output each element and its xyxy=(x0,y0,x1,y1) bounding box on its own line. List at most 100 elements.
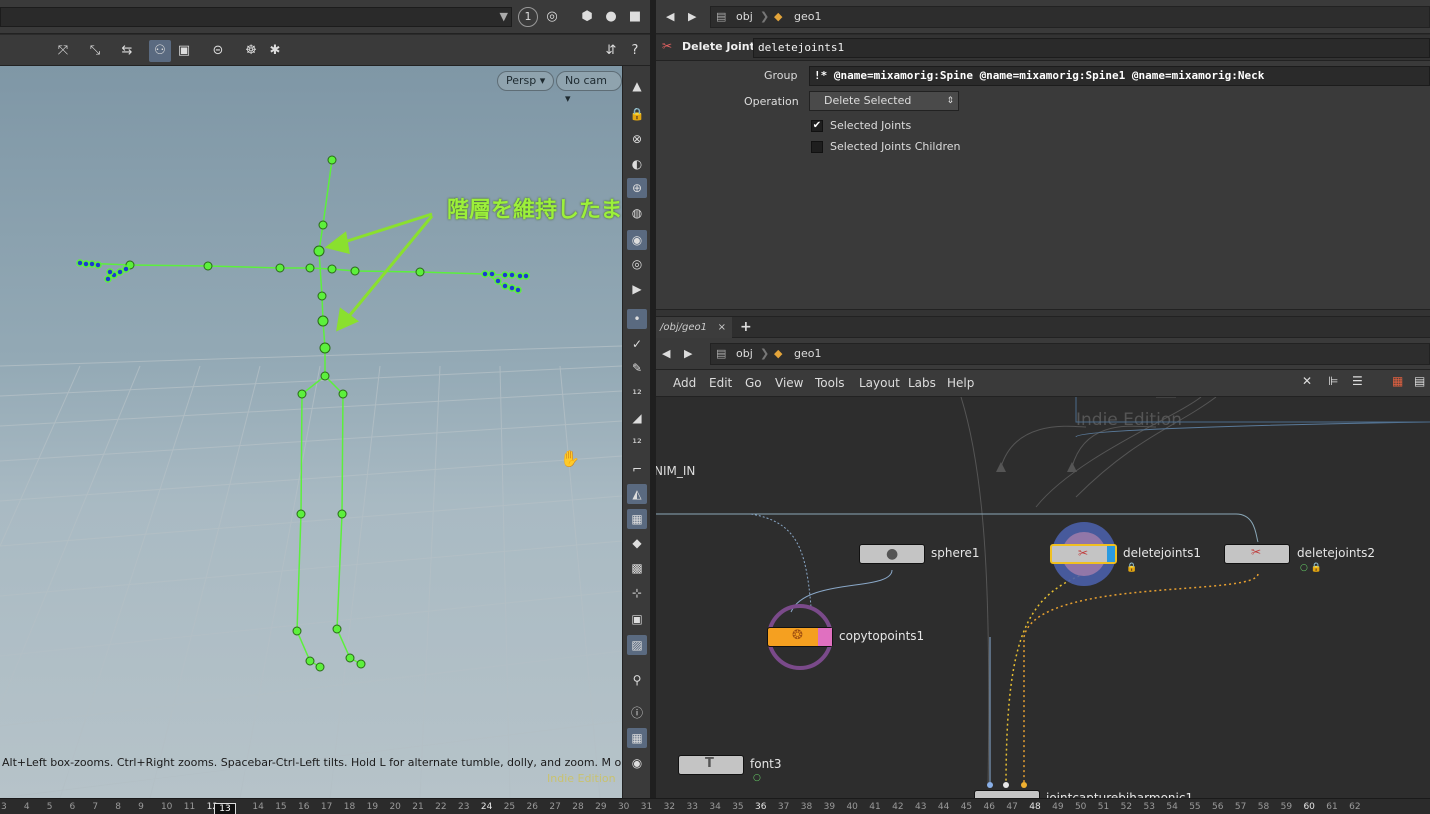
skeleton-joints[interactable] xyxy=(125,155,425,672)
light-icon[interactable]: ◐ xyxy=(627,154,647,174)
timeline-tick[interactable]: 61 xyxy=(1326,802,1337,812)
timeline-tick[interactable]: 25 xyxy=(504,802,515,812)
timeline-tick[interactable]: 33 xyxy=(687,802,698,812)
timeline-tick[interactable]: 38 xyxy=(801,802,812,812)
camera-display-icon[interactable]: ▣ xyxy=(173,40,195,62)
frame-icon[interactable]: ▣ xyxy=(627,609,647,629)
timeline-tick[interactable]: 46 xyxy=(984,802,995,812)
timeline-tick[interactable]: 19 xyxy=(367,802,378,812)
viewer-number-button[interactable]: 1 xyxy=(518,7,538,27)
timeline-tick[interactable]: 60 xyxy=(1303,802,1314,812)
texture-icon[interactable]: ◭ xyxy=(627,484,647,504)
timeline-tick[interactable]: 31 xyxy=(641,802,652,812)
menu-tools[interactable]: Tools xyxy=(815,376,845,390)
timeline-tick[interactable]: 53 xyxy=(1144,802,1155,812)
skeleton-display-icon[interactable]: ⚇ xyxy=(149,40,171,62)
selected-joints-checkbox[interactable]: ✔ xyxy=(811,120,823,132)
timeline-tick[interactable]: 43 xyxy=(915,802,926,812)
add-icon[interactable]: ⊕ xyxy=(627,178,647,198)
timeline-tick[interactable]: 57 xyxy=(1235,802,1246,812)
timeline-tick[interactable]: 34 xyxy=(709,802,720,812)
back-arrow-icon[interactable]: ◀ xyxy=(666,7,674,27)
viewport-canvas[interactable]: ✋ xyxy=(0,66,622,798)
timeline-tick[interactable]: 27 xyxy=(549,802,560,812)
timeline-tick[interactable]: 59 xyxy=(1281,802,1292,812)
help-icon[interactable]: ? xyxy=(624,40,646,62)
timeline-tick[interactable]: 8 xyxy=(115,802,121,812)
menu-layout[interactable]: Layout xyxy=(859,376,900,390)
timeline-tick[interactable]: 4 xyxy=(24,802,30,812)
timeline-tick[interactable]: 21 xyxy=(412,802,423,812)
breadcrumb-obj[interactable]: obj xyxy=(736,7,753,27)
timeline-tick[interactable]: 39 xyxy=(824,802,835,812)
operation-dropdown[interactable]: Delete Selected ⇕ xyxy=(809,91,959,111)
timeline-tick[interactable]: 54 xyxy=(1166,802,1177,812)
target-icon[interactable]: ◎ xyxy=(543,8,561,26)
select-group-icon[interactable]: ⇆ xyxy=(116,40,138,62)
timeline-tick[interactable]: 28 xyxy=(572,802,583,812)
timeline-tick[interactable]: 55 xyxy=(1189,802,1200,812)
timeline-tick[interactable]: 36 xyxy=(755,802,766,812)
back-arrow-icon[interactable]: ◀ xyxy=(662,344,670,364)
wrench-icon[interactable]: ✕ xyxy=(1302,374,1312,388)
timeline-tick[interactable]: 6 xyxy=(70,802,76,812)
menu-edit[interactable]: Edit xyxy=(709,376,732,390)
viewer-path-field[interactable]: ▼ xyxy=(0,7,512,27)
chevron-down-icon[interactable]: ▼ xyxy=(500,10,508,23)
timeline-tick[interactable]: 44 xyxy=(938,802,949,812)
timeline-tick[interactable]: 35 xyxy=(732,802,743,812)
timeline-tick[interactable]: 62 xyxy=(1349,802,1360,812)
timeline-tick[interactable]: 56 xyxy=(1212,802,1223,812)
timeline-tick[interactable]: 48 xyxy=(1029,802,1040,812)
timeline-tick[interactable]: 58 xyxy=(1258,802,1269,812)
square-icon[interactable]: ■ xyxy=(626,8,644,26)
timeline-tick[interactable]: 32 xyxy=(664,802,675,812)
perspective-menu[interactable]: Persp ▾ xyxy=(497,71,555,91)
breadcrumb-obj[interactable]: obj xyxy=(736,344,753,364)
snapshot-icon[interactable]: ☸ xyxy=(240,40,262,62)
color-palette-icon[interactable]: ▦ xyxy=(1392,374,1403,388)
timeline-tick[interactable]: 11 xyxy=(184,802,195,812)
node-sphere1[interactable]: ● xyxy=(859,544,925,564)
selected-joints-children-checkbox[interactable] xyxy=(811,141,823,153)
timeline-tick[interactable]: 52 xyxy=(1121,802,1132,812)
timeline-tick[interactable]: 26 xyxy=(527,802,538,812)
timeline-tick[interactable]: 40 xyxy=(846,802,857,812)
point-icon[interactable]: • xyxy=(627,309,647,329)
node-copytopoints1[interactable]: ❂ xyxy=(767,627,833,647)
menu-go[interactable]: Go xyxy=(745,376,762,390)
list-icon[interactable]: ☰ xyxy=(1352,374,1363,388)
timeline-tick[interactable]: 37 xyxy=(778,802,789,812)
shape-palette-icon[interactable]: ▤ xyxy=(1414,374,1425,388)
timeline-tick[interactable]: 30 xyxy=(618,802,629,812)
timeline-tick[interactable]: 5 xyxy=(47,802,53,812)
menu-help[interactable]: Help xyxy=(947,376,974,390)
menu-add[interactable]: Add xyxy=(673,376,696,390)
camera-menu[interactable]: No cam ▾ xyxy=(556,71,622,105)
settings-icon[interactable]: ✱ xyxy=(264,40,286,62)
grid-icon[interactable]: ▦ xyxy=(627,728,647,748)
group-field[interactable]: !* @name=mixamorig:Spine @name=mixamorig… xyxy=(809,66,1430,86)
cube-icon[interactable]: ⬢ xyxy=(578,8,596,26)
timeline-tick[interactable]: 18 xyxy=(344,802,355,812)
node-font3[interactable]: T xyxy=(678,755,744,775)
timeline-tick[interactable]: 29 xyxy=(595,802,606,812)
shade-icon[interactable]: ◉ xyxy=(627,230,647,250)
timeline-tick[interactable]: 42 xyxy=(892,802,903,812)
timeline-tick[interactable]: 3 xyxy=(1,802,7,812)
eye-icon[interactable]: ◎ xyxy=(627,254,647,274)
add-tab-icon[interactable]: + xyxy=(740,319,752,335)
corner-icon[interactable]: ⌐ xyxy=(627,459,647,479)
image-icon[interactable]: ▨ xyxy=(627,635,647,655)
template-flag[interactable] xyxy=(818,628,832,646)
brush-icon[interactable]: ✓ xyxy=(627,334,647,354)
close-circle-icon[interactable]: ⊗ xyxy=(627,129,647,149)
timeline-tick[interactable]: 51 xyxy=(1098,802,1109,812)
skeleton[interactable] xyxy=(79,159,526,668)
diamond-icon[interactable]: ◆ xyxy=(627,533,647,553)
tab-close-icon[interactable]: × xyxy=(718,317,726,338)
timeline-tick[interactable]: 15 xyxy=(275,802,286,812)
timeline-tick[interactable]: 17 xyxy=(321,802,332,812)
number-paint-icon[interactable]: ¹² xyxy=(627,433,647,453)
node-deletejoints1[interactable]: ✂ xyxy=(1050,544,1117,564)
